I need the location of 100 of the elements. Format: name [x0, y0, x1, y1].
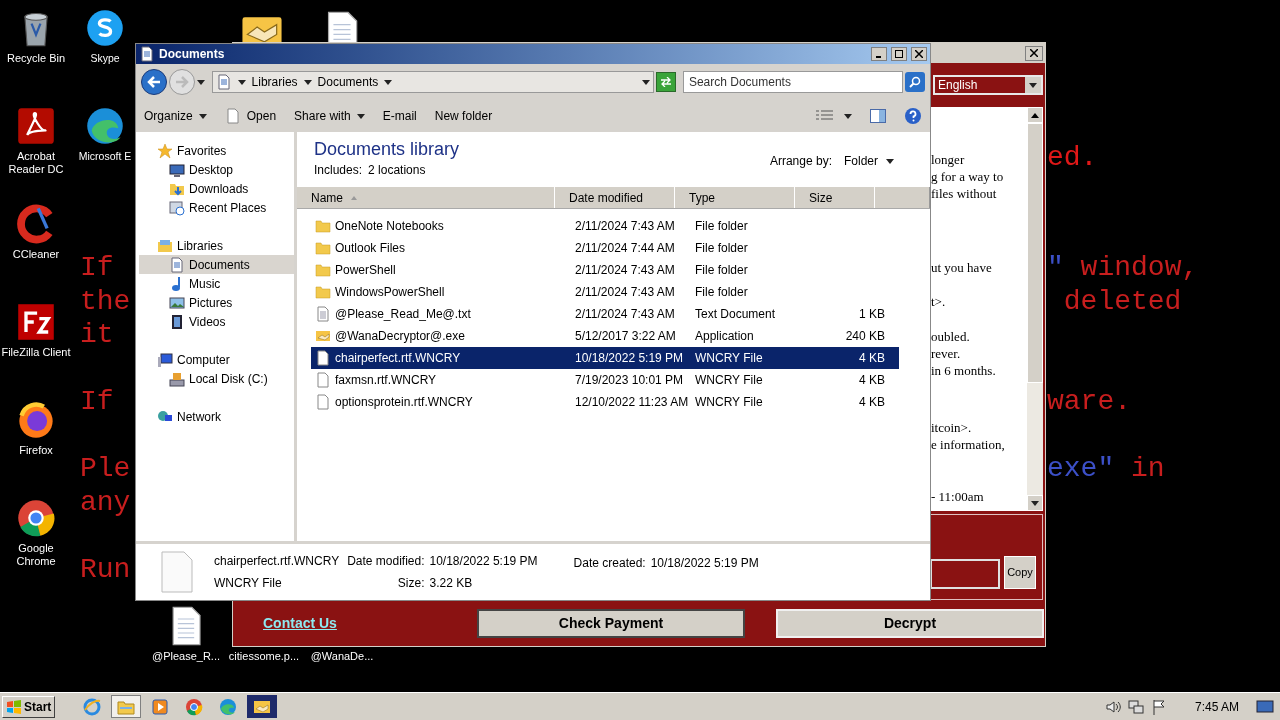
- text-file-icon: [315, 306, 331, 322]
- help-icon[interactable]: [904, 107, 922, 125]
- column-header[interactable]: Name: [297, 187, 555, 208]
- recent-places-icon: [169, 199, 185, 216]
- edge-icon: [219, 697, 238, 716]
- close-button[interactable]: [911, 47, 927, 61]
- message-text: g for a way to: [931, 168, 1005, 185]
- wallpaper-text: deleted: [1062, 285, 1182, 317]
- nav-item[interactable]: Downloads: [139, 179, 294, 198]
- clock[interactable]: 7:45 AM: [1182, 697, 1252, 716]
- blank-file-icon: [315, 350, 331, 366]
- desktop-icon-label[interactable]: Recycle Bin: [6, 52, 66, 65]
- blank-file-icon: [315, 372, 331, 388]
- toolbar-button[interactable]: E-mail: [382, 107, 417, 125]
- close-button[interactable]: [1025, 45, 1043, 61]
- arrange-dropdown[interactable]: Folder: [844, 152, 894, 170]
- message-text: in 6 months.: [931, 362, 997, 379]
- nav-item[interactable]: Computer: [139, 350, 294, 369]
- preview-pane-icon[interactable]: [870, 109, 886, 123]
- contact-us-link[interactable]: Contact Us: [263, 612, 477, 634]
- skype-icon: [85, 8, 125, 48]
- back-button[interactable]: [141, 69, 167, 95]
- details-label: Date created:: [573, 555, 646, 572]
- column-header[interactable]: Type: [675, 187, 795, 208]
- column-header[interactable]: Size: [795, 187, 875, 208]
- view-button[interactable]: [816, 110, 852, 122]
- file-row[interactable]: WindowsPowerShell 2/11/2024 7:43 AM File folder: [311, 281, 899, 303]
- file-row[interactable]: @Please_Read_Me@.txt 2/11/2024 7:43 AM Text Document 1 KB: [311, 303, 899, 325]
- desktop-icon-label[interactable]: FileZilla Client: [1, 346, 71, 359]
- details-file-type: WNCRY File: [214, 575, 283, 592]
- file-row[interactable]: OneNote Notebooks 2/11/2024 7:43 AM File folder: [311, 215, 899, 237]
- nav-item[interactable]: Pictures: [139, 293, 294, 312]
- search-icon: [909, 76, 922, 88]
- check-payment-button[interactable]: Check Payment: [477, 608, 745, 638]
- caret-icon: [198, 113, 207, 119]
- file-name: @WanaDecryptor@.exe: [335, 328, 465, 345]
- toolbar-button[interactable]: New folder: [434, 107, 493, 125]
- chrome-icon: [16, 498, 56, 538]
- file-size: 1 KB: [859, 307, 885, 321]
- desktop-icon-label[interactable]: Google Chrome: [0, 542, 72, 568]
- column-header[interactable]: Date modified: [555, 187, 675, 208]
- desktop-icon-label[interactable]: @WanaDe...: [310, 650, 374, 663]
- document-icon: [215, 74, 232, 90]
- nav-item[interactable]: Libraries: [139, 236, 294, 255]
- scrollbar[interactable]: [1027, 107, 1043, 511]
- nav-item[interactable]: Favorites: [139, 141, 294, 160]
- maximize-icon: [895, 50, 903, 58]
- desktop-icon-label[interactable]: Acrobat Reader DC: [0, 150, 72, 176]
- details-value: 10/18/2022 5:19 PM: [429, 553, 538, 570]
- search-button[interactable]: [905, 72, 926, 92]
- nav-item[interactable]: Videos: [139, 312, 294, 331]
- toolbar-button[interactable]: Organize: [144, 107, 207, 125]
- nav-item[interactable]: Network: [139, 407, 294, 426]
- search-field[interactable]: Search Documents: [682, 71, 904, 93]
- file-name: faxmsn.rtf.WNCRY: [335, 372, 437, 389]
- decrypt-button[interactable]: Decrypt: [776, 608, 1044, 638]
- message-text: rever.: [931, 345, 962, 362]
- file-name: Outlook Files: [335, 240, 406, 257]
- wallpaper-text: ": [1047, 252, 1064, 283]
- desktop-icon-label[interactable]: Microsoft E: [78, 150, 132, 163]
- file-row[interactable]: chairperfect.rtf.WNCRY 10/18/2022 5:19 PM WNCRY File 4 KB: [311, 347, 899, 369]
- desktop-icon-label[interactable]: Firefox: [19, 444, 53, 457]
- desktop-icon-label[interactable]: citiessome.p...: [228, 650, 300, 663]
- file-row[interactable]: PowerShell 2/11/2024 7:43 AM File folder: [311, 259, 899, 281]
- address-bar[interactable]: Libraries Documents: [211, 71, 654, 93]
- toolbar-button[interactable]: Share with: [294, 107, 365, 125]
- file-row[interactable]: optionsprotein.rtf.WNCRY 12/10/2022 11:23 AM WNCRY File 4 KB: [311, 391, 899, 413]
- minimize-button[interactable]: [871, 47, 887, 61]
- taskbar-app-button[interactable]: [247, 695, 278, 718]
- start-button[interactable]: Start: [2, 695, 56, 718]
- file-name: PowerShell: [335, 262, 396, 279]
- nav-item[interactable]: Local Disk (C:): [139, 369, 294, 388]
- breadcrumb-item[interactable]: Documents: [317, 73, 379, 91]
- breadcrumb-item[interactable]: Libraries: [251, 73, 298, 91]
- nav-item[interactable]: Desktop: [139, 160, 294, 179]
- toolbar-button[interactable]: Open: [224, 107, 277, 125]
- handshake-icon: [315, 328, 331, 344]
- window-title: Documents: [159, 46, 226, 63]
- wallpaper-text: in: [1130, 453, 1165, 484]
- file-row[interactable]: @WanaDecryptor@.exe 5/12/2017 3:22 AM Application 240 KB: [311, 325, 899, 347]
- nav-item[interactable]: Recent Places: [139, 198, 294, 217]
- file-row[interactable]: Outlook Files 2/11/2024 7:44 AM File folder: [311, 237, 899, 259]
- edge-icon: [85, 106, 125, 146]
- details-label: Size:: [396, 575, 425, 592]
- desktop-icon-label[interactable]: @Please_R...: [152, 650, 220, 663]
- file-row[interactable]: faxmsn.rtf.WNCRY 7/19/2023 10:01 PM WNCRY File 4 KB: [311, 369, 899, 391]
- locations-link[interactable]: 2 locations: [368, 161, 426, 179]
- folder-icon: [315, 262, 331, 278]
- show-desktop-icon[interactable]: [1256, 698, 1274, 715]
- desktop-icon-label[interactable]: CCleaner: [12, 248, 60, 261]
- address-field[interactable]: [930, 559, 1000, 589]
- folder-icon: [315, 218, 331, 234]
- nav-item[interactable]: Music: [139, 274, 294, 293]
- maximize-button[interactable]: [891, 47, 907, 61]
- message-text: longer: [931, 151, 966, 168]
- language-select[interactable]: English: [933, 75, 1043, 95]
- nav-item[interactable]: Documents: [139, 255, 294, 274]
- desktop-icon-label[interactable]: Skype: [90, 52, 120, 65]
- refresh-button[interactable]: [656, 72, 676, 92]
- copy-button[interactable]: Copy: [1004, 556, 1036, 589]
